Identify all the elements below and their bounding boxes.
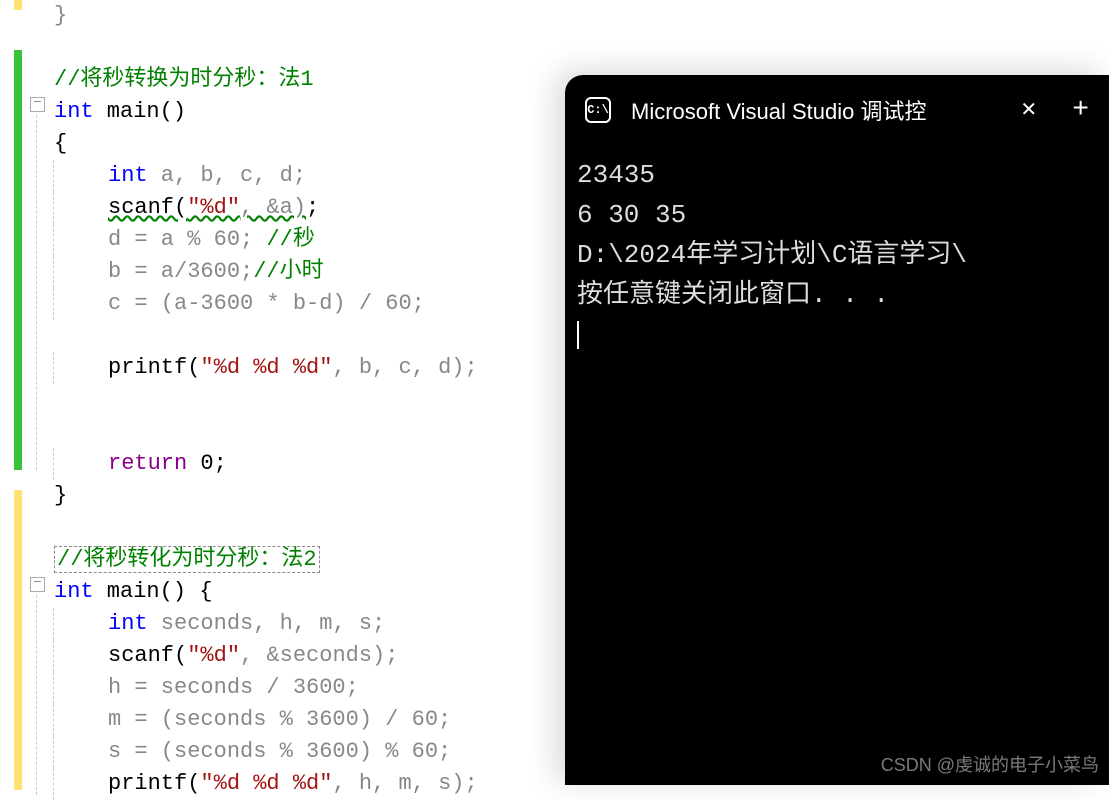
code-line: } bbox=[54, 0, 478, 32]
terminal-icon: C:\ bbox=[585, 97, 611, 123]
code-line: //将秒转化为时分秒：法2 bbox=[54, 544, 478, 576]
code-line: } bbox=[54, 480, 478, 512]
code-line: scanf("%d", &a); bbox=[54, 192, 478, 224]
terminal-line: 按任意键关闭此窗口. . . bbox=[577, 275, 1097, 315]
new-tab-button[interactable]: + bbox=[1072, 95, 1089, 126]
watermark: CSDN @虔诚的电子小菜鸟 bbox=[881, 751, 1099, 777]
terminal-line: 23435 bbox=[577, 155, 1097, 195]
code-line: scanf("%d", &seconds); bbox=[54, 640, 478, 672]
code-line: int seconds, h, m, s; bbox=[54, 608, 478, 640]
terminal-cursor bbox=[577, 321, 579, 349]
change-gutter bbox=[0, 0, 30, 785]
code-line: printf("%d %d %d", h, m, s); bbox=[54, 768, 478, 800]
fold-gutter: − − bbox=[30, 0, 50, 785]
code-line: { bbox=[54, 128, 478, 160]
code-line: s = (seconds % 3600) % 60; bbox=[54, 736, 478, 768]
terminal-line: D:\2024年学习计划\C语言学习\ bbox=[577, 235, 1097, 275]
terminal-titlebar: C:\ Microsoft Visual Studio 调试控 ✕ + bbox=[565, 75, 1109, 145]
terminal-output[interactable]: 23435 6 30 35 D:\2024年学习计划\C语言学习\ 按任意键关闭… bbox=[565, 145, 1109, 365]
code-line: h = seconds / 3600; bbox=[54, 672, 478, 704]
fold-button[interactable]: − bbox=[30, 577, 45, 592]
terminal-title: Microsoft Visual Studio 调试控 bbox=[631, 94, 985, 126]
code-line: int a, b, c, d; bbox=[54, 160, 478, 192]
code-line: b = a/3600;//小时 bbox=[54, 256, 478, 288]
debug-terminal: C:\ Microsoft Visual Studio 调试控 ✕ + 2343… bbox=[565, 75, 1109, 785]
fold-button[interactable]: − bbox=[30, 97, 45, 112]
code-line: m = (seconds % 3600) / 60; bbox=[54, 704, 478, 736]
fold-guide bbox=[36, 115, 37, 470]
code-line: d = a % 60; //秒 bbox=[54, 224, 478, 256]
code-line: //将秒转换为时分秒：法1 bbox=[54, 64, 478, 96]
code-line: printf("%d %d %d", b, c, d); bbox=[54, 352, 478, 384]
code-line: c = (a-3600 * b-d) / 60; bbox=[54, 288, 478, 320]
code-line: return 0; bbox=[54, 448, 478, 480]
fold-guide bbox=[36, 595, 37, 795]
code-line: int main() bbox=[54, 96, 478, 128]
code-line: int main() { bbox=[54, 576, 478, 608]
code-content[interactable]: } //将秒转换为时分秒：法1 int main() { int a, b, c… bbox=[50, 0, 478, 785]
terminal-line: 6 30 35 bbox=[577, 195, 1097, 235]
close-tab-button[interactable]: ✕ bbox=[1020, 97, 1037, 123]
